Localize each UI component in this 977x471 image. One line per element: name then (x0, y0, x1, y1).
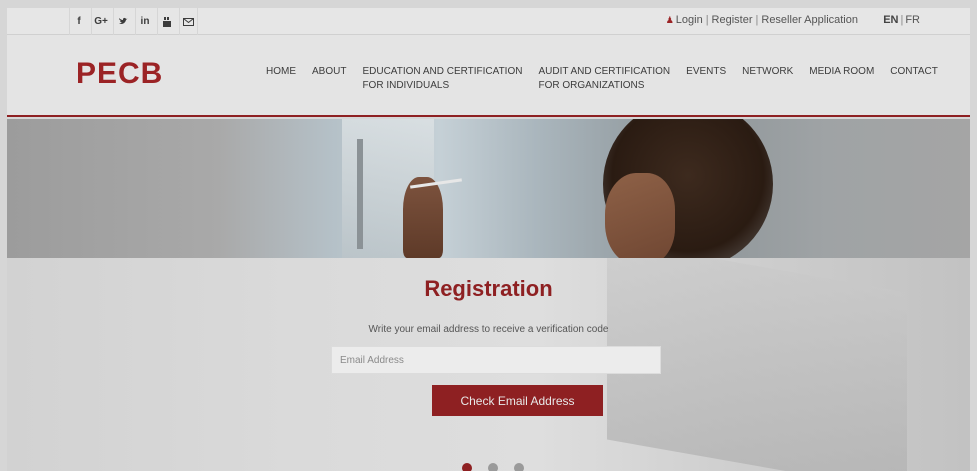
nav-about[interactable]: ABOUT (312, 65, 346, 93)
twitter-bird-glyph (119, 17, 128, 24)
slider-dot-2[interactable] (488, 463, 498, 471)
envelope-glyph (183, 17, 194, 26)
account-links: ♟ Login | Register | Reseller Application (666, 14, 858, 26)
separator: | (755, 14, 759, 26)
register-link[interactable]: Register (712, 14, 753, 26)
nav-contact[interactable]: CONTACT (890, 65, 938, 93)
check-email-address-button[interactable]: Check Email Address (432, 385, 603, 416)
registration-section: Registration Write your email address to… (7, 258, 970, 471)
google-plus-icon[interactable]: G+ (91, 8, 110, 35)
main-nav: HOME ABOUT EDUCATION AND CERTIFICATION F… (266, 65, 938, 93)
social-links: f G+ in (69, 8, 201, 35)
pecb-logo[interactable]: PECB (76, 57, 163, 91)
linkedin-icon[interactable]: in (135, 8, 154, 35)
language-switcher: EN | FR (883, 14, 920, 26)
mail-icon[interactable] (179, 8, 198, 35)
site-header: PECB HOME ABOUT EDUCATION AND CERTIFICAT… (7, 35, 970, 117)
registration-subtitle: Write your email address to receive a ve… (368, 324, 609, 335)
login-link[interactable]: Login (676, 14, 703, 26)
email-address-input[interactable] (331, 346, 661, 374)
youtube-glyph (163, 16, 171, 27)
lang-fr[interactable]: FR (905, 14, 920, 26)
slider-dot-3[interactable] (514, 463, 524, 471)
slider-dot-1[interactable] (462, 463, 472, 471)
nav-network[interactable]: NETWORK (742, 65, 793, 93)
woman-face (605, 173, 675, 258)
nav-audit-certification[interactable]: AUDIT AND CERTIFICATION FOR ORGANIZATION… (538, 65, 670, 93)
reseller-application-link[interactable]: Reseller Application (761, 14, 858, 26)
user-icon: ♟ (665, 15, 674, 25)
nav-media-room[interactable]: MEDIA ROOM (809, 65, 874, 93)
separator: | (705, 14, 709, 26)
separator: | (900, 14, 904, 26)
hero-banner-image (7, 119, 970, 258)
twitter-icon[interactable] (113, 8, 132, 35)
nav-home[interactable]: HOME (266, 65, 296, 93)
top-bar: f G+ in ♟ Login | Register | Reseller Applica… (7, 8, 970, 35)
slider-dots (462, 463, 540, 471)
registration-title: Registration (424, 276, 553, 301)
youtube-icon[interactable] (157, 8, 176, 35)
nav-education-certification[interactable]: EDUCATION AND CERTIFICATION FOR INDIVIDU… (362, 65, 522, 93)
writing-hand (403, 177, 443, 258)
nav-events[interactable]: EVENTS (686, 65, 726, 93)
lang-en[interactable]: EN (883, 14, 898, 26)
facebook-icon[interactable]: f (69, 8, 88, 35)
whiteboard-edge (357, 139, 363, 249)
